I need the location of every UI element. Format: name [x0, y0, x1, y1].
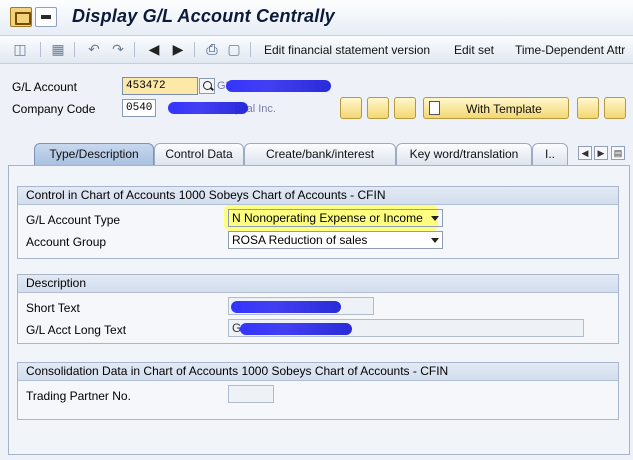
search-icon[interactable] [199, 78, 215, 94]
company-code-label: Company Code [12, 102, 96, 116]
create-document-icon[interactable] [394, 97, 416, 119]
toolbar-separator [74, 42, 75, 57]
tab-control-data[interactable]: Control Data [154, 143, 244, 165]
tab-create-bank-interest[interactable]: Create/bank/interest [244, 143, 396, 165]
company-code-field[interactable]: 0540 [122, 99, 156, 117]
chevron-down-icon [431, 238, 439, 243]
tab-strip: Type/Description Control Data Create/ban… [8, 143, 633, 165]
consolidation-group: Consolidation Data in Chart of Accounts … [17, 362, 619, 420]
edit-fs-version-button[interactable]: Edit financial statement version [264, 43, 430, 57]
consolidation-group-title: Consolidation Data in Chart of Accounts … [18, 363, 618, 381]
print-icon[interactable]: ⎙ [204, 41, 220, 57]
toolbar-separator [40, 42, 41, 57]
glasses-display-icon[interactable] [340, 97, 362, 119]
gl-account-label: G/L Account [12, 80, 77, 94]
redaction-mark [168, 102, 248, 114]
toolbar-separator [134, 42, 135, 57]
redaction-mark [240, 323, 352, 335]
short-text-label: Short Text [26, 301, 80, 315]
toolbar-separator [250, 42, 251, 57]
undo-icon[interactable]: ↶ [86, 41, 102, 57]
with-template-button[interactable]: With Template [423, 97, 569, 119]
sap-menu-icon[interactable] [10, 7, 32, 27]
redo-icon[interactable]: ↷ [110, 41, 126, 57]
toolbar-separator [194, 42, 195, 57]
control-group: Control in Chart of Accounts 1000 Sobeys… [17, 186, 619, 259]
tab-panel: Control in Chart of Accounts 1000 Sobeys… [8, 165, 630, 455]
window-menu-icon[interactable] [35, 7, 57, 27]
time-dependent-button[interactable]: Time-Dependent Attr [515, 43, 625, 57]
title-bar: Display G/L Account Centrally [0, 0, 633, 36]
next-icon[interactable]: ▶ [170, 41, 186, 57]
hierarchy-icon[interactable]: ▦ [50, 41, 66, 57]
tab-key-word-translation[interactable]: Key word/translation [396, 143, 532, 165]
trading-partner-field[interactable] [228, 385, 274, 403]
tab-more[interactable]: I.. [532, 143, 568, 165]
account-type-value: N Nonoperating Expense or Income [232, 211, 423, 225]
account-group-label: Account Group [26, 235, 107, 249]
lock-icon[interactable] [577, 97, 599, 119]
document-icon [429, 101, 440, 115]
edit-pencil-icon[interactable] [367, 97, 389, 119]
trading-partner-label: Trading Partner No. [26, 389, 131, 403]
delete-trash-icon[interactable] [604, 97, 626, 119]
gl-account-field[interactable]: 453472 [122, 77, 198, 95]
account-group-dropdown[interactable]: ROSA Reduction of sales [228, 231, 443, 249]
description-group: Description Short Text G G/L Acct Long T… [17, 274, 619, 344]
edit-set-button[interactable]: Edit set [454, 43, 494, 57]
description-group-title: Description [18, 275, 618, 293]
chevron-down-icon [431, 216, 439, 221]
tab-scroll-left-icon[interactable]: ◀ [578, 146, 592, 160]
control-group-title: Control in Chart of Accounts 1000 Sobeys… [18, 187, 618, 205]
account-type-dropdown[interactable]: N Nonoperating Expense or Income [228, 209, 443, 227]
tab-type-description[interactable]: Type/Description [34, 143, 154, 165]
tab-list-icon[interactable]: ▤ [611, 146, 625, 160]
tab-scroll-right-icon[interactable]: ▶ [594, 146, 608, 160]
other-object-icon[interactable]: ◫ [12, 41, 28, 57]
redaction-mark [226, 80, 331, 92]
previous-icon[interactable]: ◀ [146, 41, 162, 57]
window-title: Display G/L Account Centrally [72, 6, 335, 26]
with-template-label: With Template [466, 102, 542, 116]
application-toolbar: ◫ ▦ ↶ ↷ ◀ ▶ ⎙ ▢ Edit financial statement… [0, 36, 633, 64]
account-type-label: G/L Account Type [26, 213, 121, 227]
redaction-mark [231, 301, 341, 313]
long-text-label: G/L Acct Long Text [26, 323, 127, 337]
account-group-value: ROSA Reduction of sales [232, 233, 368, 247]
where-used-icon[interactable]: ▢ [226, 41, 242, 57]
